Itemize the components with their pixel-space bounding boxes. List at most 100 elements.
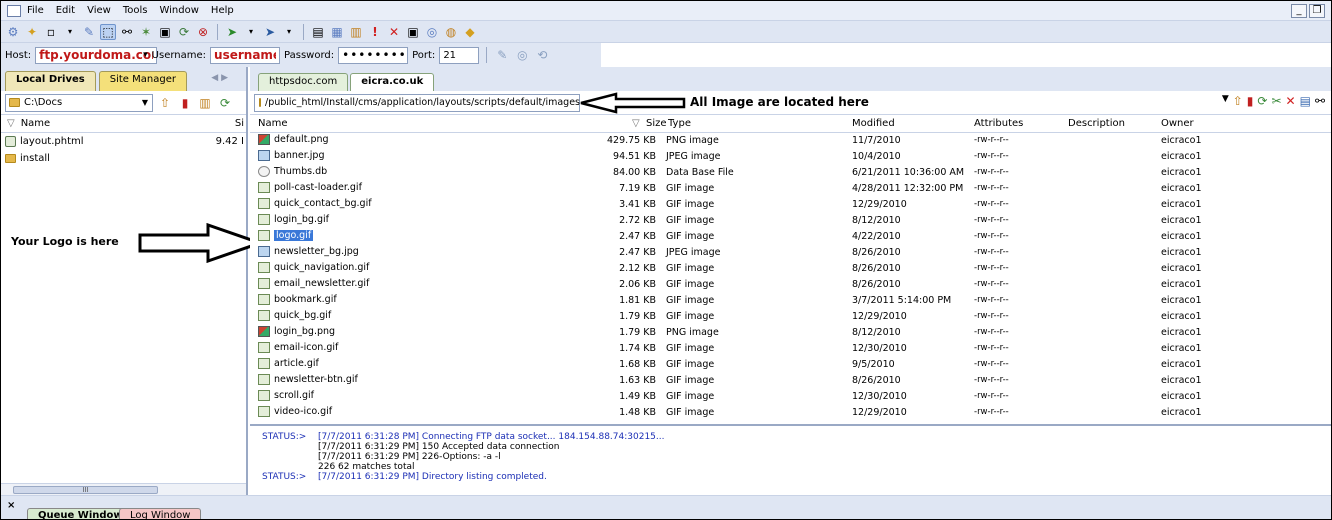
- table-row[interactable]: newsletter_bg.jpg 2.47 KB JPEG image 8/26/2…: [250, 245, 1331, 261]
- table-row[interactable]: bookmark.gif 1.81 KB GIF image 3/7/2011 5:1…: [250, 293, 1331, 309]
- select-icon[interactable]: ⬚: [100, 23, 116, 40]
- chevron-down-icon[interactable]: ▼: [142, 98, 148, 107]
- local-path-combo[interactable]: C:\Docs ▼: [5, 93, 153, 112]
- column-type[interactable]: Type: [668, 118, 691, 129]
- column-owner[interactable]: Owner: [1161, 118, 1194, 129]
- pencil-icon[interactable]: ✎: [81, 24, 97, 40]
- table-row[interactable]: email_newsletter.gif 2.06 KB GIF image 8/26…: [250, 277, 1331, 293]
- table-row[interactable]: banner.jpg 94.51 KB JPEG image 10/4/2010 -rw…: [250, 149, 1331, 165]
- table-row[interactable]: quick_contact_bg.gif 3.41 KB GIF image 12/2…: [250, 197, 1331, 213]
- column-attributes[interactable]: Attributes: [974, 118, 1023, 129]
- chevron-down-icon[interactable]: ▾: [143, 50, 148, 60]
- tab-site-manager[interactable]: Site Manager: [98, 71, 187, 91]
- properties-icon[interactable]: ▣: [405, 24, 421, 40]
- up-folder-icon[interactable]: ⇧: [1233, 94, 1243, 108]
- new-folder-icon[interactable]: ▥: [348, 24, 364, 40]
- table-row[interactable]: default.png 429.75 KB PNG image 11/7/2010 -r…: [250, 133, 1331, 149]
- refresh-icon[interactable]: ⟳: [176, 24, 192, 40]
- username-input[interactable]: [210, 46, 281, 64]
- new-file-icon[interactable]: ▫: [43, 24, 59, 40]
- dropdown-icon[interactable]: ▾: [281, 24, 297, 40]
- play-icon[interactable]: ➤: [224, 24, 240, 40]
- play-alt-icon[interactable]: ➤: [262, 24, 278, 40]
- stop-icon[interactable]: ⊗: [195, 24, 211, 40]
- compare-icon[interactable]: ◍: [443, 24, 459, 40]
- column-size[interactable]: Si: [235, 118, 244, 129]
- table-row[interactable]: Thumbs.db 84.00 KB Data Base File 6/21/2011…: [250, 165, 1331, 181]
- view-icon[interactable]: ▦: [329, 24, 345, 40]
- gif-file-icon: [258, 214, 270, 225]
- table-row[interactable]: quick_bg.gif 1.79 KB GIF image 12/29/2010 -r…: [250, 309, 1331, 325]
- table-row[interactable]: quick_navigation.gif 2.12 KB GIF image 8/26…: [250, 261, 1331, 277]
- host-input[interactable]: [35, 46, 158, 64]
- list-item[interactable]: install: [1, 150, 246, 167]
- tools-icon[interactable]: ✂: [1271, 94, 1281, 108]
- tab-httpsdoc[interactable]: httpsdoc.com: [258, 73, 349, 91]
- file-modified: 12/30/2010: [852, 391, 907, 402]
- delete-icon[interactable]: ✕: [1286, 94, 1296, 108]
- table-row[interactable]: article.gif 1.68 KB GIF image 9/5/2010 -rw-r…: [250, 357, 1331, 373]
- link-icon[interactable]: ⚯: [119, 24, 135, 40]
- dropdown-icon[interactable]: ▾: [62, 24, 78, 40]
- view-icon[interactable]: ▤: [1300, 94, 1311, 108]
- column-size[interactable]: Size: [646, 118, 667, 129]
- table-row[interactable]: login_bg.png 1.79 KB PNG image 8/12/2010 -rw…: [250, 325, 1331, 341]
- table-row[interactable]: scroll.gif 1.49 KB GIF image 12/30/2010 -rw-…: [250, 389, 1331, 405]
- restore-icon[interactable]: ❐: [1309, 4, 1325, 18]
- menu-window[interactable]: Window: [159, 5, 198, 16]
- tab-local-drives[interactable]: Local Drives: [5, 71, 96, 91]
- column-description[interactable]: Description: [1068, 118, 1125, 129]
- tab-scroll-icon[interactable]: ◀ ▶: [211, 73, 228, 83]
- dropdown-icon[interactable]: ▾: [243, 24, 259, 40]
- table-row[interactable]: video-ico.gif 1.48 KB GIF image 12/29/2010 -…: [250, 405, 1331, 421]
- horizontal-scrollbar[interactable]: III: [1, 483, 246, 495]
- new-folder-icon[interactable]: ▥: [197, 95, 213, 111]
- sync-icon[interactable]: ◎: [424, 24, 440, 40]
- wand-icon[interactable]: ✦: [24, 24, 40, 40]
- bookmark-icon[interactable]: ▮: [177, 95, 193, 111]
- list-item[interactable]: layout.phtml 9.42 I: [1, 133, 246, 150]
- tab-queue-window[interactable]: Queue Window: [27, 508, 134, 519]
- menu-file[interactable]: File: [27, 5, 44, 16]
- minimize-icon[interactable]: _: [1291, 4, 1307, 18]
- column-name[interactable]: Name: [21, 118, 51, 129]
- chevron-down-icon[interactable]: ▼: [1222, 94, 1229, 108]
- bookmark-icon[interactable]: ▮: [1247, 94, 1254, 108]
- refresh-icon[interactable]: ⟳: [217, 95, 233, 111]
- star-icon[interactable]: ✶: [138, 24, 154, 40]
- remote-path-combo[interactable]: /public_html/Install/cms/application/lay…: [254, 93, 580, 112]
- table-row[interactable]: poll-cast-loader.gif 7.19 KB GIF image 4/28…: [250, 181, 1331, 197]
- password-input[interactable]: [338, 46, 409, 64]
- table-row[interactable]: logo.gif 2.47 KB GIF image 4/22/2010 -rw-r--…: [250, 229, 1331, 245]
- link-icon[interactable]: ⚯: [1315, 94, 1325, 108]
- file-size: 2.12 KB: [619, 263, 656, 274]
- close-icon[interactable]: ×: [7, 500, 15, 511]
- table-row[interactable]: newsletter-btn.gif 1.63 KB GIF image 8/26/2…: [250, 373, 1331, 389]
- menu-edit[interactable]: Edit: [56, 5, 75, 16]
- delete-icon[interactable]: ✕: [386, 24, 402, 40]
- shield-icon[interactable]: ◆: [462, 24, 478, 40]
- table-row[interactable]: login_bg.gif 2.72 KB GIF image 8/12/2010 -rw…: [250, 213, 1331, 229]
- printer-icon[interactable]: ▣: [157, 24, 173, 40]
- folder-icon: [259, 98, 261, 107]
- connect-icon[interactable]: ◎: [514, 47, 530, 63]
- app-icon[interactable]: [7, 4, 21, 17]
- column-modified[interactable]: Modified: [852, 118, 895, 129]
- table-row[interactable]: email-icon.gif 1.74 KB GIF image 12/30/2010…: [250, 341, 1331, 357]
- up-folder-icon[interactable]: ⇧: [157, 95, 173, 111]
- scrollbar-thumb[interactable]: III: [13, 486, 158, 494]
- pencil-icon[interactable]: ✎: [494, 47, 510, 63]
- menu-tools[interactable]: Tools: [123, 5, 148, 16]
- exclamation-icon[interactable]: !: [367, 24, 383, 40]
- reconnect-icon[interactable]: ⟲: [534, 47, 550, 63]
- tab-log-window[interactable]: Log Window: [119, 508, 202, 519]
- tab-eicra[interactable]: eicra.co.uk: [350, 73, 435, 91]
- edit-icon[interactable]: ▤: [310, 24, 326, 40]
- menu-view[interactable]: View: [87, 5, 111, 16]
- connect-icon[interactable]: ⚙: [5, 24, 21, 40]
- refresh-icon[interactable]: ⟳: [1257, 94, 1267, 108]
- file-name: bookmark.gif: [274, 294, 337, 305]
- menu-help[interactable]: Help: [211, 5, 234, 16]
- port-input[interactable]: [439, 46, 480, 64]
- column-name[interactable]: Name: [258, 118, 288, 129]
